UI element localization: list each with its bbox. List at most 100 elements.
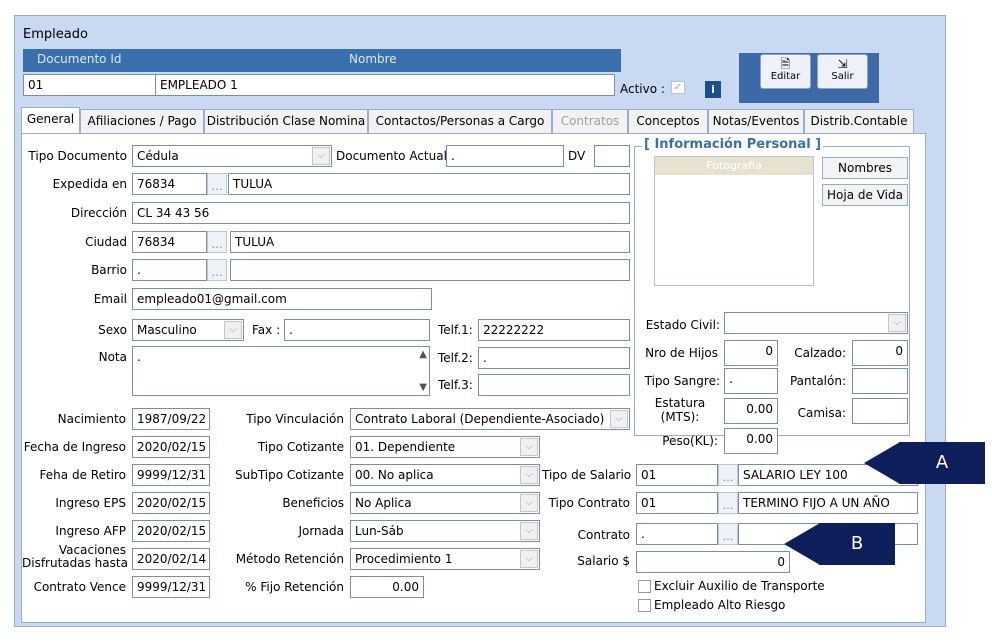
ciudad-lookup-button[interactable]: … bbox=[207, 231, 227, 253]
tab-distribucion-clase[interactable]: Distribución Clase Nomina bbox=[204, 109, 368, 133]
tab-conceptos[interactable]: Conceptos bbox=[628, 109, 708, 133]
sexo-value: Masculino bbox=[137, 323, 197, 337]
vacaciones-label: Vacaciones Disfrutadas hasta bbox=[22, 544, 128, 570]
ingreso-afp-label: Ingreso AFP bbox=[55, 524, 126, 538]
tab-contratos: Contratos bbox=[552, 109, 628, 133]
estatura-input[interactable]: 0.00 bbox=[724, 398, 778, 424]
chevron-down-icon: ⌵ bbox=[520, 438, 538, 456]
tipo-vinculacion-select[interactable]: Contrato Laboral (Dependiente-Asociado) ⌵ bbox=[350, 408, 630, 430]
fijo-retencion-input[interactable]: 0.00 bbox=[350, 576, 424, 598]
tipo-sangre-input[interactable]: . bbox=[724, 368, 778, 394]
scroll-up-icon[interactable]: ▲ bbox=[419, 349, 427, 360]
tab-general[interactable]: General bbox=[21, 107, 80, 134]
subtipo-cotizante-select[interactable]: 00. No aplica ⌵ bbox=[350, 464, 540, 486]
salario-label: Salario $ bbox=[577, 554, 630, 568]
documento-actual-input[interactable]: . bbox=[446, 145, 564, 167]
barrio-lookup-button[interactable]: … bbox=[207, 259, 227, 281]
ciudad-name-input[interactable]: TULUA bbox=[230, 231, 630, 253]
telf1-input[interactable]: 22222222 bbox=[478, 319, 630, 341]
pantalon-label: Pantalón: bbox=[789, 374, 846, 388]
ingreso-afp-input[interactable]: 2020/02/15 bbox=[132, 520, 210, 542]
salario-input[interactable]: 0 bbox=[636, 551, 790, 573]
fecha-retiro-input[interactable]: 9999/12/31 bbox=[132, 464, 210, 486]
direccion-input[interactable]: CL 34 43 56 bbox=[132, 202, 630, 224]
ingreso-eps-input[interactable]: 2020/02/15 bbox=[132, 492, 210, 514]
toolbar-panel: 🗎 Editar ⇲ Salir bbox=[739, 53, 879, 103]
sexo-select[interactable]: Masculino ⌵ bbox=[132, 319, 244, 341]
nota-textarea[interactable]: . ▲ ▼ bbox=[132, 346, 430, 396]
subtipo-cotizante-label: SubTipo Cotizante bbox=[234, 468, 344, 482]
tipo-documento-label: Tipo Documento bbox=[28, 149, 127, 163]
tipo-contrato-code-input[interactable]: 01 bbox=[636, 492, 718, 514]
nacimiento-input[interactable]: 1987/09/22 bbox=[132, 408, 210, 430]
beneficios-select[interactable]: No Aplica ⌵ bbox=[350, 492, 540, 514]
hoja-de-vida-button[interactable]: Hoja de Vida bbox=[822, 184, 908, 206]
expedida-name-input[interactable]: TULUA bbox=[228, 173, 630, 195]
pantalon-input[interactable] bbox=[852, 368, 908, 394]
expedida-lookup-button[interactable]: … bbox=[207, 173, 227, 195]
editar-button[interactable]: 🗎 Editar bbox=[760, 54, 811, 89]
email-input[interactable]: empleado01@gmail.com bbox=[132, 288, 432, 310]
fecha-ingreso-input[interactable]: 2020/02/15 bbox=[132, 436, 210, 458]
nro-hijos-input[interactable]: 0 bbox=[724, 340, 778, 366]
tipo-contrato-name-input[interactable]: TERMINO FIJO A UN AÑO bbox=[738, 492, 918, 514]
nombre-input[interactable]: EMPLEADO 1 bbox=[155, 74, 615, 96]
doc-id-input[interactable]: 01 bbox=[23, 74, 157, 96]
nro-hijos-label: Nro de Hijos bbox=[645, 346, 718, 360]
telf3-input[interactable] bbox=[478, 374, 630, 396]
fecha-retiro-label: Feha de Retiro bbox=[39, 468, 126, 482]
tipo-documento-select[interactable]: Cédula ⌵ bbox=[132, 145, 332, 167]
scroll-down-icon[interactable]: ▼ bbox=[419, 382, 427, 393]
contrato-lookup-button[interactable]: … bbox=[718, 523, 738, 545]
jornada-select[interactable]: Lun-Sáb ⌵ bbox=[350, 520, 540, 542]
activo-checkbox[interactable]: ✓ bbox=[671, 81, 685, 94]
tab-notas-eventos[interactable]: Notas/Eventos bbox=[708, 109, 804, 133]
alto-riesgo-label: Empleado Alto Riesgo bbox=[654, 598, 786, 612]
vacaciones-input[interactable]: 2020/02/14 bbox=[132, 548, 210, 570]
tab-afiliaciones[interactable]: Afiliaciones / Pago bbox=[80, 109, 204, 133]
tipo-salario-code-input[interactable]: 01 bbox=[636, 464, 718, 486]
contrato-vence-input[interactable]: 9999/12/31 bbox=[132, 576, 210, 598]
callout-a-arrow bbox=[864, 442, 900, 484]
tipo-salario-lookup-button[interactable]: … bbox=[718, 464, 738, 486]
dv-input[interactable] bbox=[594, 145, 630, 167]
metodo-retencion-value: Procedimiento 1 bbox=[355, 552, 453, 566]
contrato-code-input[interactable]: . bbox=[636, 523, 718, 545]
estado-civil-select[interactable]: ⌵ bbox=[724, 312, 908, 334]
barrio-name-input[interactable] bbox=[230, 259, 630, 281]
telf2-input[interactable]: . bbox=[478, 347, 630, 369]
email-label: Email bbox=[93, 292, 127, 306]
expedida-en-label: Expedida en bbox=[52, 177, 127, 191]
tab-distrib-contable[interactable]: Distrib.Contable bbox=[804, 109, 914, 133]
tipo-salario-label: Tipo de Salario bbox=[542, 468, 632, 482]
metodo-retencion-select[interactable]: Procedimiento 1 ⌵ bbox=[350, 548, 540, 570]
salir-button[interactable]: ⇲ Salir bbox=[817, 54, 868, 89]
ingreso-eps-label: Ingreso EPS bbox=[55, 496, 126, 510]
excluir-auxilio-label: Excluir Auxilio de Transporte bbox=[654, 579, 825, 593]
header-bar: Documento Id Nombre bbox=[23, 49, 621, 72]
nombres-button[interactable]: Nombres bbox=[822, 157, 908, 179]
activo-label: Activo : bbox=[620, 82, 665, 96]
expedida-code-input[interactable]: 76834 bbox=[132, 173, 207, 195]
window-title: Empleado bbox=[23, 27, 88, 42]
tipo-documento-value: Cédula bbox=[137, 149, 179, 163]
beneficios-label: Beneficios bbox=[282, 496, 344, 510]
calzado-input[interactable]: 0 bbox=[852, 340, 908, 366]
tipo-contrato-lookup-button[interactable]: … bbox=[718, 492, 738, 514]
tipo-sangre-label: Tipo Sangre: bbox=[644, 374, 720, 388]
peso-input[interactable]: 0.00 bbox=[724, 428, 778, 454]
excluir-auxilio-checkbox[interactable] bbox=[638, 580, 651, 593]
fecha-ingreso-label: Fecha de Ingreso bbox=[23, 440, 126, 454]
camisa-input[interactable] bbox=[852, 398, 908, 424]
tab-contactos[interactable]: Contactos/Personas a Cargo bbox=[368, 109, 552, 133]
nacimiento-label: Nacimiento bbox=[57, 412, 126, 426]
chevron-down-icon: ⌵ bbox=[520, 466, 538, 484]
tipo-cotizante-select[interactable]: 01. Dependiente ⌵ bbox=[350, 436, 540, 458]
fax-input[interactable]: . bbox=[284, 319, 430, 341]
info-icon[interactable]: i bbox=[705, 81, 721, 98]
barrio-code-input[interactable]: . bbox=[132, 259, 207, 281]
ciudad-code-input[interactable]: 76834 bbox=[132, 231, 207, 253]
dv-label: DV bbox=[568, 149, 586, 163]
chevron-down-icon: ⌵ bbox=[520, 550, 538, 568]
alto-riesgo-checkbox[interactable] bbox=[638, 599, 651, 612]
